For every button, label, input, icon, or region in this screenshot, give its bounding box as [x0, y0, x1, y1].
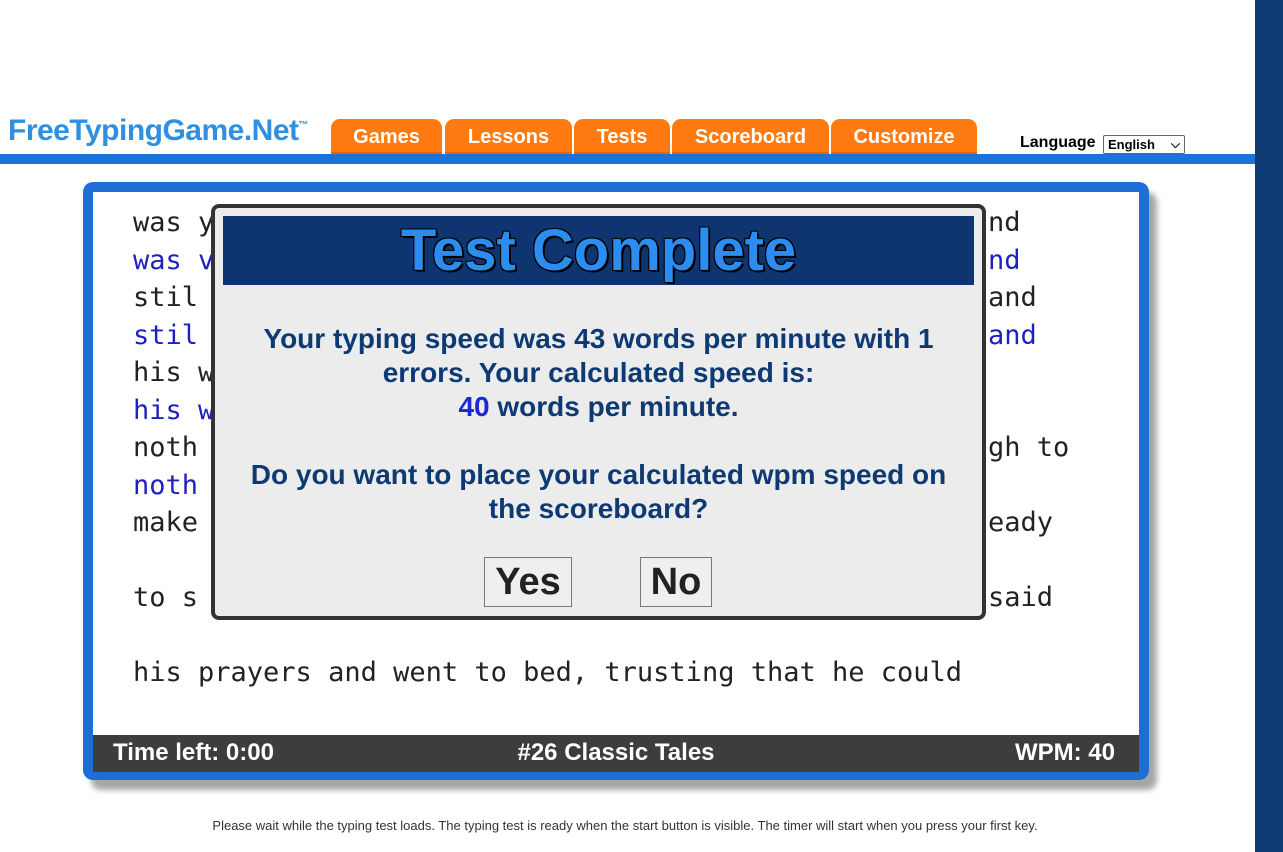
question-line-1: Do you want to place your calculated wpm…: [250, 459, 947, 490]
text-line: to s: [133, 582, 199, 613]
chevron-down-icon: ⌵: [1170, 137, 1180, 151]
wpm-suffix: words per minute.: [489, 391, 739, 422]
site-logo[interactable]: FreeTypingGame.Net™: [8, 114, 309, 148]
message-line-2: errors. Your calculated speed is:: [382, 357, 815, 388]
language-select[interactable]: English ⌵: [1103, 135, 1185, 154]
text-line: noth: [133, 432, 199, 463]
typed-line: his w: [133, 395, 215, 426]
dialog-question: Do you want to place your calculated wpm…: [215, 458, 982, 526]
typed-line: was v: [133, 245, 215, 276]
calculated-speed-line: 40 words per minute.: [215, 390, 982, 424]
wpm-display: WPM: 40: [1014, 739, 1115, 766]
text-line-right: gh to: [988, 432, 1070, 463]
test-complete-dialog: Test Complete Your typing speed was 43 w…: [211, 204, 986, 620]
test-name: #26 Classic Tales: [517, 739, 715, 766]
text-line: was y: [133, 207, 215, 238]
language-label: Language: [1020, 134, 1096, 151]
tab-lessons[interactable]: Lessons: [445, 119, 572, 155]
logo-text: FreeTypingGame.Net: [8, 114, 299, 147]
footer-note: Please wait while the typing test loads.…: [212, 818, 1038, 833]
text-line: his w: [133, 357, 215, 388]
text-line: stil: [133, 282, 199, 313]
text-line-right: nd: [988, 207, 1021, 238]
calculated-wpm-value: 40: [458, 391, 490, 422]
logo-trademark: ™: [298, 120, 309, 131]
language-selected-value: English: [1108, 137, 1155, 152]
typed-line-right: and: [988, 320, 1037, 351]
text-line-right: eady: [988, 507, 1054, 538]
message-line-1: Your typing speed was 43 words per minut…: [263, 323, 934, 354]
question-line-2: the scoreboard?: [488, 493, 709, 524]
typed-line: noth: [133, 470, 199, 501]
tab-games[interactable]: Games: [331, 119, 442, 155]
tab-scoreboard[interactable]: Scoreboard: [672, 119, 829, 155]
right-sidebar-bar: [1255, 0, 1283, 852]
dialog-message: Your typing speed was 43 words per minut…: [215, 322, 982, 424]
status-bar: Time left: 0:00 #26 Classic Tales WPM: 4…: [93, 735, 1139, 772]
tab-tests[interactable]: Tests: [574, 119, 670, 155]
yes-button[interactable]: Yes: [484, 557, 572, 607]
tab-customize[interactable]: Customize: [831, 119, 977, 155]
typed-line: stil: [133, 320, 199, 351]
nav-underline: [0, 154, 1255, 164]
typed-line-right: nd: [988, 245, 1021, 276]
text-line: make: [133, 507, 199, 538]
no-button[interactable]: No: [640, 557, 712, 607]
dialog-title: Test Complete: [223, 216, 974, 285]
text-line: his prayers and went to bed, trusting th…: [133, 657, 963, 688]
text-line-right: said: [988, 582, 1054, 613]
text-line-right: and: [988, 282, 1037, 313]
